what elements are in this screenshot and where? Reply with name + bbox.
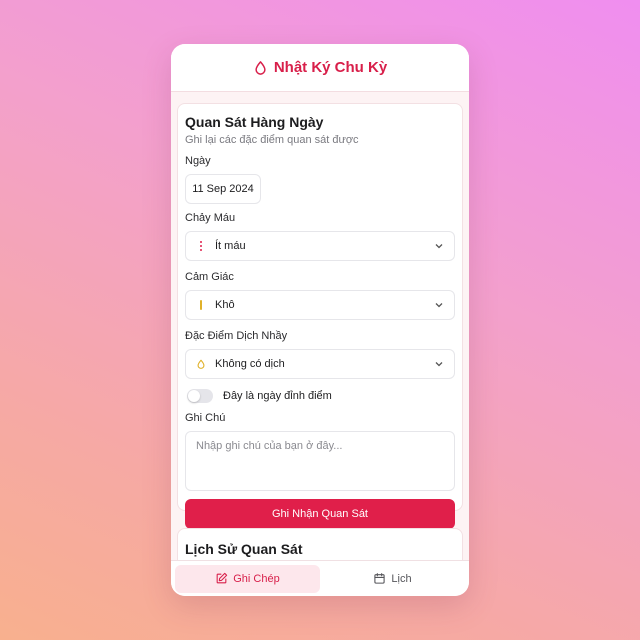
- bleeding-value: Ít máu: [215, 240, 246, 252]
- submit-label: Ghi Nhận Quan Sát: [271, 508, 368, 520]
- tab-calendar-label: Lịch: [391, 572, 412, 585]
- submit-observation-button[interactable]: Ghi Nhận Quan Sát: [185, 499, 455, 529]
- sensation-select[interactable]: Khô: [185, 290, 455, 320]
- chevron-down-icon: [434, 300, 444, 310]
- date-value: 11 Sep 2024: [192, 183, 254, 195]
- drop-icon: [253, 60, 268, 75]
- sensation-value: Khô: [215, 299, 235, 311]
- app-window: Nhật Ký Chu Kỳ Quan Sát Hàng Ngày Ghi lạ…: [171, 44, 469, 596]
- date-picker[interactable]: 11 Sep 2024: [185, 174, 261, 204]
- peak-day-toggle[interactable]: [187, 389, 213, 403]
- peak-day-label: Đây là ngày đỉnh điểm: [223, 390, 332, 402]
- peak-day-row: Đây là ngày đỉnh điểm: [187, 389, 455, 403]
- app-title: Nhật Ký Chu Kỳ: [273, 59, 388, 76]
- mucus-value: Không có dịch: [215, 358, 285, 370]
- date-label: Ngày: [185, 155, 211, 167]
- calendar-icon: [373, 572, 386, 585]
- daily-observation-card: Quan Sát Hàng Ngày Ghi lại các đặc điểm …: [177, 103, 463, 529]
- toggle-knob: [188, 390, 200, 402]
- bleeding-label: Chảy Máu: [185, 212, 236, 224]
- tab-record-label: Ghi Chép: [233, 572, 280, 585]
- tab-calendar[interactable]: Lịch: [320, 565, 465, 593]
- card-subtitle: Ghi lại các đặc điểm quan sát được: [185, 134, 359, 146]
- mucus-select[interactable]: Không có dịch: [185, 349, 455, 379]
- content-scroll[interactable]: Quan Sát Hàng Ngày Ghi lại các đặc điểm …: [171, 92, 469, 560]
- notes-textarea[interactable]: Nhập ghi chú của bạn ở đây...: [185, 431, 455, 491]
- bottom-tab-bar: Ghi Chép Lịch: [171, 560, 469, 596]
- mucus-label: Đặc Điểm Dịch Nhầy: [185, 330, 288, 342]
- history-card: Lịch Sử Quan Sát: [177, 528, 463, 560]
- sensation-label: Cảm Giác: [185, 271, 234, 283]
- notes-placeholder: Nhập ghi chú của bạn ở đây...: [196, 440, 343, 452]
- card-title: Quan Sát Hàng Ngày: [185, 114, 324, 130]
- bleeding-dots-icon: [196, 240, 206, 252]
- notes-label: Ghi Chú: [185, 412, 226, 424]
- history-title: Lịch Sử Quan Sát: [185, 541, 303, 557]
- chevron-down-icon: [434, 359, 444, 369]
- sensation-line-icon: [196, 299, 206, 311]
- drop-icon: [196, 358, 206, 370]
- app-header: Nhật Ký Chu Kỳ: [171, 44, 469, 92]
- edit-icon: [215, 572, 228, 585]
- bleeding-select[interactable]: Ít máu: [185, 231, 455, 261]
- tab-record[interactable]: Ghi Chép: [175, 564, 320, 593]
- chevron-down-icon: [434, 241, 444, 251]
